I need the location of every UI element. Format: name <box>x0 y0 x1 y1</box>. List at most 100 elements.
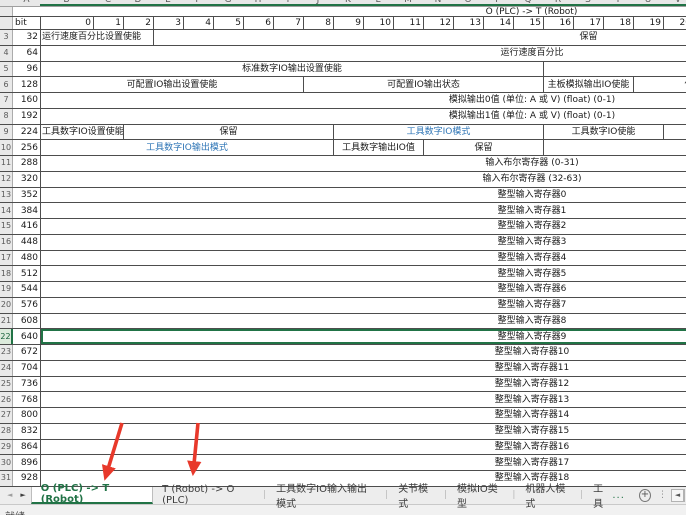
tab-overflow-dots-icon[interactable]: ⋮ <box>658 490 667 500</box>
row-header-3[interactable]: 3 <box>0 30 13 45</box>
cell-A13[interactable]: 352 <box>13 188 40 203</box>
cell-A19[interactable]: 544 <box>13 282 40 297</box>
bit-cell-6[interactable]: 6 <box>243 17 273 29</box>
bit-cell-12[interactable]: 12 <box>423 17 453 29</box>
cell-r26-b0[interactable]: 整型输入寄存器13 <box>40 392 686 407</box>
row-header-21[interactable]: 21 <box>0 314 13 329</box>
tab-1[interactable]: O (PLC) -> T (Robot) <box>31 487 153 504</box>
column-header-R[interactable]: R <box>555 0 561 5</box>
cell-A8[interactable]: 192 <box>13 109 40 124</box>
cell-r15-b0[interactable]: 整型输入寄存器2 <box>40 219 686 234</box>
cell-A15[interactable]: 416 <box>13 219 40 234</box>
bit-cell-7[interactable]: 7 <box>273 17 303 29</box>
cell-A4[interactable]: 64 <box>13 46 40 61</box>
row-header-22[interactable]: 22 <box>0 329 13 344</box>
bit-cell-0[interactable]: 0 <box>40 17 93 29</box>
cell-r3-b3[interactable]: 保留 <box>153 30 686 45</box>
cell-r9-b0[interactable]: 工具数字IO设置使能 <box>40 125 123 140</box>
cell-r19-b0[interactable]: 整型输入寄存器6 <box>40 282 686 297</box>
column-header-F[interactable]: F <box>195 0 200 5</box>
row-header-13[interactable]: 13 <box>0 188 13 203</box>
row-header-27[interactable]: 27 <box>0 408 13 423</box>
tab-5[interactable]: 模拟IO类型 <box>448 487 511 504</box>
cell-r17-b0[interactable]: 整型输入寄存器4 <box>40 251 686 266</box>
cell-r7-b0[interactable]: 模拟输出0值 (单位: A 或 V) (float) (0-1) <box>40 93 686 108</box>
column-header-D[interactable]: D <box>135 0 142 5</box>
cell-r13-b0[interactable]: 整型输入寄存器0 <box>40 188 686 203</box>
cell-r10-b0[interactable]: 工具数字IO输出模式 <box>40 140 333 155</box>
cell-A18[interactable]: 512 <box>13 266 40 281</box>
tab-4[interactable]: 关节模式 <box>389 487 443 504</box>
cell-A12[interactable]: 320 <box>13 172 40 187</box>
cell-A6[interactable]: 128 <box>13 77 40 92</box>
cell-r5-b0[interactable]: 标准数字IO输出设置使能 <box>40 62 543 77</box>
cell-r27-b0[interactable]: 整型输入寄存器14 <box>40 408 686 423</box>
cell-r23-b0[interactable]: 整型输入寄存器10 <box>40 345 686 360</box>
cell-r4-b0[interactable]: 运行速度百分比 <box>40 46 686 61</box>
cell-r29-b0[interactable]: 整型输入寄存器16 <box>40 440 686 455</box>
row-header-10[interactable]: 10 <box>0 140 13 155</box>
cell-A14[interactable]: 384 <box>13 203 40 218</box>
row-header-15[interactable]: 15 <box>0 219 13 234</box>
horizontal-scrollbar[interactable]: ◄ <box>671 489 685 502</box>
cell-A3[interactable]: 32 <box>13 30 40 45</box>
cell-r28-b0[interactable]: 整型输入寄存器15 <box>40 424 686 439</box>
cell-r9-b20[interactable] <box>663 125 686 140</box>
row-header-9[interactable]: 9 <box>0 125 13 140</box>
cell-A23[interactable]: 672 <box>13 345 40 360</box>
cell-r20-b0[interactable]: 整型输入寄存器7 <box>40 298 686 313</box>
row-header-26[interactable]: 26 <box>0 392 13 407</box>
row-header-4[interactable]: 4 <box>0 46 13 61</box>
cell-r8-b0[interactable]: 模拟输出1值 (单位: A 或 V) (float) (0-1) <box>40 109 686 124</box>
column-header-Q[interactable]: Q <box>524 0 531 5</box>
cell-r21-b0[interactable]: 整型输入寄存器8 <box>40 314 686 329</box>
tab-nav-next-icon[interactable]: ► <box>20 491 25 499</box>
scrollbar-left-arrow-icon[interactable]: ◄ <box>671 489 684 502</box>
column-header-O[interactable]: O <box>464 0 471 5</box>
cell-r6-b8[interactable]: 可配置IO输出状态 <box>303 77 543 92</box>
cell-r10-b16[interactable] <box>543 140 686 155</box>
bit-cell-11[interactable]: 11 <box>393 17 423 29</box>
column-header-S[interactable]: S <box>585 0 591 5</box>
column-header-A[interactable]: A <box>23 0 29 5</box>
bit-cell-19[interactable]: 19 <box>633 17 663 29</box>
bit-cell-13[interactable]: 13 <box>453 17 483 29</box>
row-header-14[interactable]: 14 <box>0 203 13 218</box>
bit-cell-20[interactable]: 20 <box>663 17 686 29</box>
cell-A24[interactable]: 704 <box>13 361 40 376</box>
cell-A25[interactable]: 736 <box>13 377 40 392</box>
row-header-28[interactable]: 28 <box>0 424 13 439</box>
row-header-23[interactable]: 23 <box>0 345 13 360</box>
cell-A7[interactable]: 160 <box>13 93 40 108</box>
bit-cell-8[interactable]: 8 <box>303 17 333 29</box>
row-header-5[interactable]: 5 <box>0 62 13 77</box>
bit-cell-15[interactable]: 15 <box>513 17 543 29</box>
row-header-2[interactable] <box>0 17 13 29</box>
cell-A10[interactable]: 256 <box>13 140 40 155</box>
row-header-25[interactable]: 25 <box>0 377 13 392</box>
row-header-11[interactable]: 11 <box>0 156 13 171</box>
cell-r22-b0[interactable]: 整型输入寄存器9 <box>40 329 686 344</box>
column-header-N[interactable]: N <box>435 0 442 5</box>
tab-7[interactable]: 工具... <box>584 487 634 504</box>
tab-6[interactable]: 机器人模式 <box>516 487 579 504</box>
cell-r12-b0[interactable]: 输入布尔寄存器 (32-63) <box>40 172 686 187</box>
cell-A16[interactable]: 448 <box>13 235 40 250</box>
row-header-7[interactable]: 7 <box>0 93 13 108</box>
row-header-8[interactable]: 8 <box>0 109 13 124</box>
cell-r5-b16[interactable] <box>543 62 686 77</box>
cell-A31[interactable]: 928 <box>13 471 40 486</box>
row-header-12[interactable]: 12 <box>0 172 13 187</box>
cell-r25-b0[interactable]: 整型输入寄存器12 <box>40 377 686 392</box>
column-header-K[interactable]: K <box>345 0 351 5</box>
bit-cell-17[interactable]: 17 <box>573 17 603 29</box>
row-header-29[interactable]: 29 <box>0 440 13 455</box>
cell-r9-b16[interactable]: 工具数字IO使能 <box>543 125 663 140</box>
row-header-16[interactable]: 16 <box>0 235 13 250</box>
cell-A17[interactable]: 480 <box>13 251 40 266</box>
row-header-20[interactable]: 20 <box>0 298 13 313</box>
column-header-M[interactable]: M <box>404 0 412 5</box>
column-header-P[interactable]: P <box>495 0 500 5</box>
bit-cell-10[interactable]: 10 <box>363 17 393 29</box>
bit-cell-4[interactable]: 4 <box>183 17 213 29</box>
